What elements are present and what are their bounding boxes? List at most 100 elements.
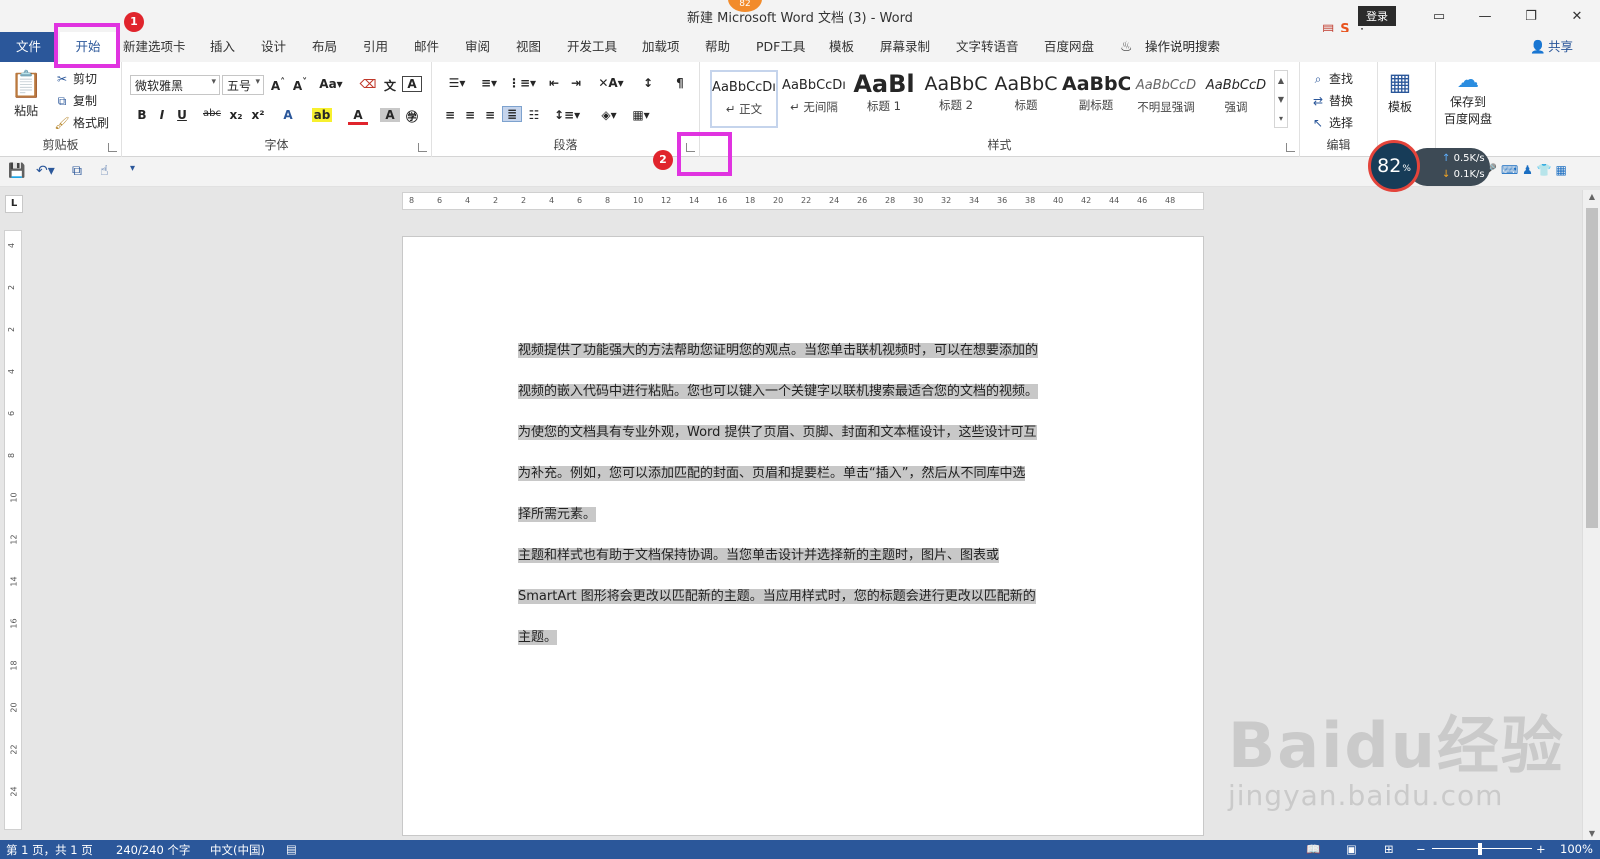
doc-line[interactable]: SmartArt 图形将会更改以匹配新的主题。当应用样式时，您的标题会进行更改以… bbox=[518, 589, 1036, 604]
paragraph-1[interactable]: 视频提供了功能强大的方法帮助您证明您的观点。当您单击联机视频时，可以在想要添加的… bbox=[518, 330, 1068, 535]
distributed-icon[interactable]: ☷ bbox=[524, 108, 544, 122]
login-button[interactable]: 登录 bbox=[1358, 6, 1396, 26]
style-subtle-emphasis[interactable]: AaBbCcD 不明显强调 bbox=[1132, 70, 1200, 128]
superscript-icon[interactable]: x² bbox=[248, 108, 268, 122]
align-center-icon[interactable]: ≡ bbox=[460, 108, 480, 122]
tab-help[interactable]: 帮助 bbox=[705, 32, 730, 62]
undo-icon[interactable]: ↶▾ bbox=[36, 163, 55, 179]
char-shading-icon[interactable]: A bbox=[380, 108, 400, 122]
line-spacing-icon[interactable]: ↕≡▾ bbox=[554, 108, 580, 122]
borders-icon[interactable]: ▦▾ bbox=[628, 108, 654, 122]
copy-button[interactable]: ⧉ 复制 bbox=[54, 92, 97, 109]
cut-button[interactable]: ✂ 剪切 bbox=[54, 70, 97, 87]
shrink-font-icon[interactable]: A˅ bbox=[290, 77, 310, 93]
zoom-out-icon[interactable]: − bbox=[1416, 842, 1426, 856]
bullets-icon[interactable]: ☰▾ bbox=[444, 76, 470, 90]
vertical-scrollbar[interactable]: ▲ ▼ bbox=[1582, 190, 1600, 840]
style-heading-2[interactable]: AaBbC 标题 2 bbox=[922, 70, 990, 128]
phonetic-guide-icon[interactable]: 文 bbox=[380, 77, 400, 94]
decrease-indent-icon[interactable]: ⇤ bbox=[544, 76, 564, 90]
replace-button[interactable]: ⇄ 替换 bbox=[1310, 92, 1353, 109]
template-button[interactable]: ▦ 模板 bbox=[1388, 68, 1412, 115]
tab-layout[interactable]: 布局 bbox=[312, 32, 337, 62]
paste-button[interactable]: 📋 粘贴 bbox=[10, 70, 42, 119]
increase-indent-icon[interactable]: ⇥ bbox=[566, 76, 586, 90]
chinese-layout-icon[interactable]: ✕A▾ bbox=[598, 76, 624, 90]
touch-mode-icon[interactable]: ☝ bbox=[100, 163, 109, 179]
style-emphasis[interactable]: AaBbCcD 强调 bbox=[1202, 70, 1270, 128]
style-subtitle[interactable]: AaBbC 副标题 bbox=[1062, 70, 1130, 128]
find-button[interactable]: ⌕ 查找 bbox=[1310, 70, 1353, 87]
justify-icon[interactable]: ≣ bbox=[502, 106, 522, 122]
close-icon[interactable]: ✕ bbox=[1554, 0, 1600, 32]
zoom-thumb[interactable] bbox=[1478, 843, 1482, 855]
save-icon[interactable]: 💾 bbox=[8, 163, 25, 179]
tab-screen-record[interactable]: 屏幕录制 bbox=[880, 32, 930, 62]
page-count[interactable]: 第 1 页，共 1 页 bbox=[6, 842, 93, 858]
tab-review[interactable]: 审阅 bbox=[465, 32, 490, 62]
style-title[interactable]: AaBbC 标题 bbox=[992, 70, 1060, 128]
tab-file[interactable]: 文件 bbox=[0, 32, 57, 62]
font-size-combo[interactable]: 五号 bbox=[222, 75, 264, 95]
select-button[interactable]: ↖ 选择 bbox=[1310, 114, 1353, 131]
tab-addins[interactable]: 加载项 bbox=[642, 32, 680, 62]
document-page[interactable]: 视频提供了功能强大的方法帮助您证明您的观点。当您单击联机视频时，可以在想要添加的… bbox=[402, 236, 1204, 836]
multilevel-list-icon[interactable]: ⋮≡▾ bbox=[508, 76, 536, 90]
doc-line[interactable]: 主题和样式也有助于文档保持协调。当您单击设计并选择新的主题时，图片、图表或 bbox=[518, 548, 1000, 563]
font-launcher-icon[interactable] bbox=[418, 143, 427, 152]
tab-selector-icon[interactable]: L bbox=[5, 195, 23, 213]
font-color-icon[interactable]: A bbox=[348, 108, 368, 125]
change-case-icon[interactable]: Aa▾ bbox=[318, 77, 344, 91]
highlight-icon[interactable]: ab bbox=[312, 108, 332, 122]
language[interactable]: 中文(中国) bbox=[210, 842, 265, 858]
zoom-level[interactable]: 100% bbox=[1560, 842, 1593, 856]
strikethrough-icon[interactable]: abc bbox=[202, 108, 222, 119]
scroll-up-icon[interactable]: ▲ bbox=[1583, 192, 1600, 201]
shading-icon[interactable]: ◈▾ bbox=[596, 108, 622, 122]
tab-baidu-netdisk[interactable]: 百度网盘 bbox=[1044, 32, 1094, 62]
save-to-baidu-button[interactable]: ☁ 保存到 百度网盘 bbox=[1444, 68, 1492, 127]
doc-line[interactable]: 为使您的文档具有专业外观，Word 提供了页眉、页脚、封面和文本框设计，这些设计… bbox=[518, 425, 1037, 440]
enclose-char-icon[interactable]: ㊫ bbox=[402, 108, 422, 125]
network-speed-widget[interactable]: ↑ 0.5K/s ↓ 0.1K/s 82% bbox=[1368, 140, 1490, 192]
minimize-icon[interactable]: — bbox=[1462, 0, 1508, 32]
clear-format-icon[interactable]: ⌫ bbox=[358, 77, 378, 91]
web-layout-icon[interactable]: ⊞ bbox=[1384, 842, 1394, 856]
ribbon-display-icon[interactable]: ▭ bbox=[1416, 0, 1462, 32]
styles-launcher-icon[interactable] bbox=[1286, 143, 1295, 152]
vertical-ruler[interactable]: 4 2 2 4 6 8 10 12 14 16 18 20 22 24 bbox=[4, 230, 22, 830]
scroll-down-icon[interactable]: ▼ bbox=[1583, 829, 1600, 838]
tab-references[interactable]: 引用 bbox=[363, 32, 388, 62]
align-right-icon[interactable]: ≡ bbox=[480, 108, 500, 122]
tab-view[interactable]: 视图 bbox=[516, 32, 541, 62]
tab-insert[interactable]: 插入 bbox=[210, 32, 235, 62]
customize-qat-icon[interactable]: ▾ bbox=[130, 163, 135, 174]
horizontal-ruler[interactable]: 8 6 4 2 2 4 6 8 10 12 14 16 18 20 22 24 26 28 30 32 34 36 38 40… bbox=[402, 192, 1204, 210]
tab-tts[interactable]: 文字转语音 bbox=[956, 32, 1019, 62]
share-button[interactable]: 共享 bbox=[1548, 32, 1573, 62]
underline-icon[interactable]: U bbox=[172, 108, 192, 122]
format-painter-button[interactable]: 🖌 格式刷 bbox=[54, 114, 109, 131]
tell-me-search[interactable]: 操作说明搜索 bbox=[1145, 32, 1220, 62]
doc-line[interactable]: 择所需元素。 bbox=[518, 507, 597, 522]
macro-record-icon[interactable]: ▤ bbox=[286, 842, 297, 856]
tab-new[interactable]: 新建选项卡 bbox=[123, 32, 186, 62]
styles-scroll-icon[interactable]: ▲ ▼ ▾ bbox=[1274, 70, 1288, 128]
text-effects-icon[interactable]: A bbox=[278, 108, 298, 122]
paragraph-2[interactable]: 主题和样式也有助于文档保持协调。当您单击设计并选择新的主题时，图片、图表或 Sm… bbox=[518, 535, 1068, 658]
doc-line[interactable]: 视频的嵌入代码中进行粘贴。您也可以键入一个关键字以联机搜索最适合您的文档的视频。 bbox=[518, 384, 1039, 399]
italic-icon[interactable]: I bbox=[152, 108, 172, 122]
char-border-icon[interactable]: A bbox=[402, 76, 422, 92]
style-no-spacing[interactable]: AaBbCcDı ↵ 无间隔 bbox=[780, 70, 848, 128]
doc-line[interactable]: 视频提供了功能强大的方法帮助您证明您的观点。当您单击联机视频时，可以在想要添加的 bbox=[518, 343, 1039, 358]
tab-developer[interactable]: 开发工具 bbox=[567, 32, 617, 62]
font-name-combo[interactable]: 微软雅黑 bbox=[130, 75, 220, 95]
numbering-icon[interactable]: ≡▾ bbox=[476, 76, 502, 90]
scroll-thumb[interactable] bbox=[1586, 208, 1598, 528]
restore-icon[interactable]: ❐ bbox=[1508, 0, 1554, 32]
style-heading-1[interactable]: AaBl 标题 1 bbox=[850, 70, 918, 128]
tab-pdf[interactable]: PDF工具 bbox=[756, 32, 805, 62]
style-normal[interactable]: AaBbCcDı ↵ 正文 bbox=[710, 70, 778, 128]
clipboard-launcher-icon[interactable] bbox=[108, 143, 117, 152]
zoom-slider[interactable] bbox=[1432, 848, 1532, 849]
